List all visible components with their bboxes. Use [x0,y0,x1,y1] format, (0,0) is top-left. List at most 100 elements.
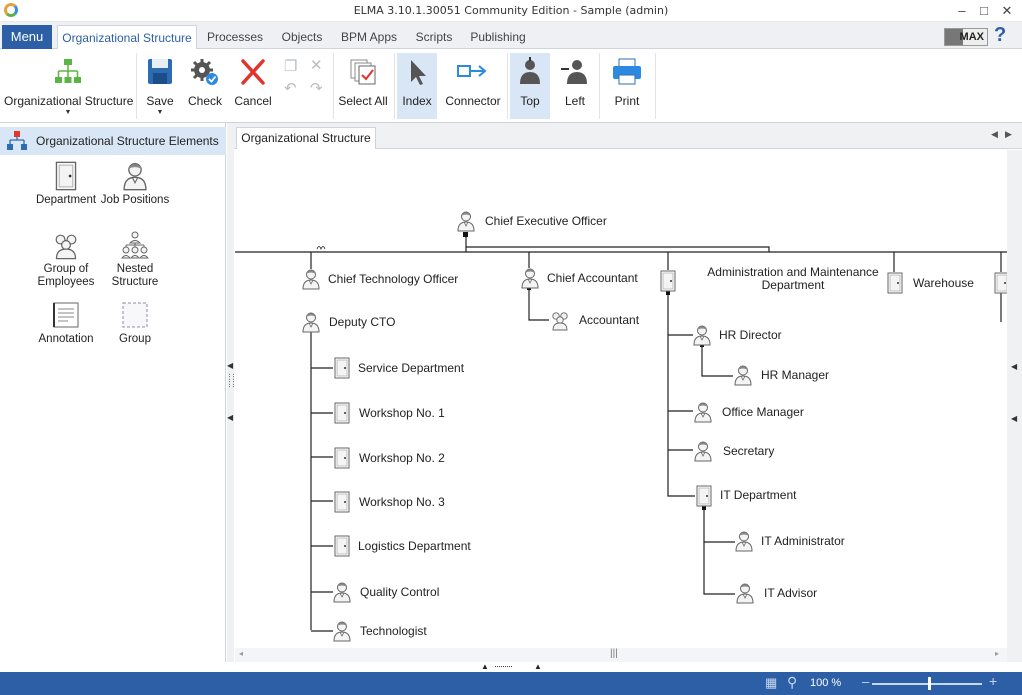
scroll-left-arrow-icon-2[interactable]: ◀ [1011,414,1017,423]
node-office-manager[interactable]: Office Manager [722,405,804,419]
hscroll-right-icon[interactable]: ▸ [995,649,999,658]
max-badge[interactable]: MAX [944,28,988,46]
check-label: Check [187,94,222,108]
top-label: Top [520,94,540,108]
tab-processes[interactable]: Processes [200,25,270,49]
check-button[interactable]: Check [184,53,226,119]
tab-publishing[interactable]: Publishing [464,25,532,49]
left-label: Left [564,94,585,108]
redo-icon[interactable]: ↷ [310,79,323,97]
index-button[interactable]: Index [397,53,437,119]
bottom-splitter[interactable]: ▲ ········· ▲ [0,661,1022,672]
node-chief-executive-officer[interactable]: Chief Executive Officer [485,214,607,228]
ribbon-separator [136,53,137,119]
horizontal-scrollbar[interactable]: ◂ ||| ▸ [235,648,1007,662]
group-icon [122,302,148,328]
node-chief-technology-officer[interactable]: Chief Technology Officer [328,272,458,286]
tab-document-org-structure[interactable]: Organizational Structure [236,127,376,149]
department-icon [332,535,352,557]
node-workshop-1[interactable]: Workshop No. 1 [359,406,445,420]
chief-accountant-icon [520,267,540,289]
tab-bpm-apps[interactable]: BPM Apps [334,25,404,49]
org-structure-button[interactable]: Organizational Structure ▼ [4,53,133,119]
node-deputy-cto[interactable]: Deputy CTO [329,315,395,329]
collapse-left-icon[interactable]: ◀ [227,361,233,370]
elements-panel-header: Organizational Structure Elements [0,127,226,155]
print-button[interactable]: Print [604,53,650,119]
ribbon-toolbar: Organizational Structure ▼ Save ▼ Check … [0,49,1022,123]
node-workshop-2[interactable]: Workshop No. 2 [359,451,445,465]
save-icon [148,59,172,84]
element-annotation[interactable]: Annotation [31,300,101,346]
tab-scripts[interactable]: Scripts [408,25,460,49]
node-it-department[interactable]: IT Department [720,488,796,502]
zoom-slider-thumb[interactable] [928,677,931,690]
element-job-positions[interactable]: Job Positions [100,161,170,207]
node-service-department[interactable]: Service Department [358,361,464,375]
panel-splitter[interactable]: ◀ :::::: ◀ [227,123,237,662]
zoom-out-icon[interactable]: – [862,674,869,689]
window-title: ELMA 3.10.1.30051 Community Edition - Sa… [353,4,669,17]
ceo-icon [456,210,476,232]
index-label: Index [402,94,432,108]
node-hr-manager[interactable]: HR Manager [761,368,829,382]
department-icon [332,491,352,513]
gear-check-icon [191,59,218,85]
department-icon-partial [992,272,1007,294]
expand-up-icon[interactable]: ▲ [481,662,489,671]
element-department[interactable]: Department [31,161,101,207]
node-chief-accountant[interactable]: Chief Accountant [547,271,638,285]
close-window-icon[interactable]: ✕ [997,3,1017,19]
save-button[interactable]: Save ▼ [140,53,180,119]
node-warehouse[interactable]: Warehouse [913,276,974,290]
grip-dots-icon[interactable]: ········· [494,661,513,671]
copy-icon[interactable]: ❐ [284,57,297,75]
left-layout-button[interactable]: Left [554,53,596,119]
department-icon [332,357,352,379]
element-nested-structure[interactable]: Nested Structure [100,230,170,289]
expand-up-icon-2[interactable]: ▲ [534,662,542,671]
node-admin-maintenance[interactable]: Administration and Maintenance Departmen… [703,266,883,292]
select-all-button[interactable]: Select All [336,53,390,119]
node-quality-control[interactable]: Quality Control [360,585,439,599]
tab-scroll-left-icon[interactable]: ◀ [991,129,998,140]
node-technologist[interactable]: Technologist [360,624,427,638]
zoom-search-icon[interactable]: ⚲ [787,674,797,691]
connector-button[interactable]: Connector [442,53,504,119]
scroll-left-arrow-icon[interactable]: ◀ [1011,362,1017,371]
hscroll-left-icon[interactable]: ◂ [239,649,243,658]
element-group[interactable]: Group [100,300,170,346]
cancel-button[interactable]: Cancel [230,53,276,119]
menu-button[interactable]: Menu [2,25,52,49]
minimize-icon[interactable]: – [952,3,972,19]
delete-icon[interactable]: ✕ [310,56,323,74]
zoom-in-icon[interactable]: + [989,673,997,689]
nested-structure-icon [121,231,149,259]
node-workshop-3[interactable]: Workshop No. 3 [359,495,445,509]
status-bar: ▦ ⚲ 100 % – + [0,672,1022,695]
top-layout-button[interactable]: Top [510,53,550,119]
element-group-of-employees[interactable]: Group of Employees [31,230,101,289]
node-secretary[interactable]: Secretary [723,444,774,458]
zoom-slider[interactable] [872,683,982,685]
tab-scroll-right-icon[interactable]: ▶ [1005,129,1012,140]
node-it-advisor[interactable]: IT Advisor [764,586,817,600]
hscroll-thumb-icon[interactable]: ||| [610,648,618,659]
tab-organizational-structure[interactable]: Organizational Structure [57,25,197,50]
hr-manager-icon [733,364,753,386]
node-logistics-department[interactable]: Logistics Department [358,539,471,553]
vertical-scrollbar[interactable]: ◀ ◀ [1007,150,1022,662]
org-chart-canvas[interactable]: Chief Executive Officer Chief Technology… [235,150,1007,662]
maximize-icon[interactable]: □ [974,3,994,19]
technologist-icon [332,620,352,642]
collapse-left-icon-2[interactable]: ◀ [227,413,233,422]
node-hr-director[interactable]: HR Director [719,328,782,342]
undo-icon[interactable]: ↶ [284,79,297,97]
node-accountant[interactable]: Accountant [579,313,639,327]
tab-objects[interactable]: Objects [274,25,330,49]
grid-icon[interactable]: ▦ [765,675,777,691]
node-it-administrator[interactable]: IT Administrator [761,534,845,548]
help-icon[interactable]: ? [994,24,1006,47]
splitter-grip-icon[interactable]: :::::: [227,373,237,388]
title-bar: ELMA 3.10.1.30051 Community Edition - Sa… [0,0,1022,22]
